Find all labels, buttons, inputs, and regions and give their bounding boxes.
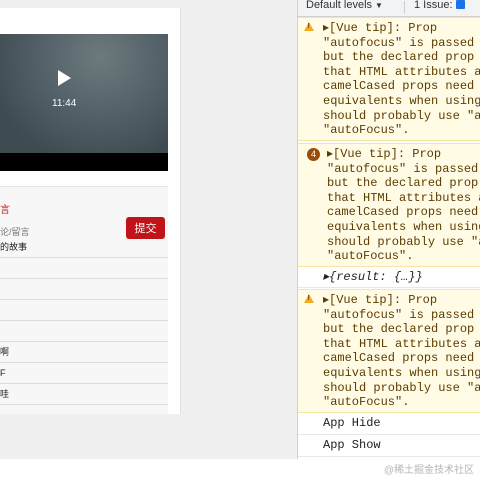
- toolbar-divider: [404, 1, 405, 14]
- issues-button[interactable]: 1 Issue:: [414, 0, 465, 11]
- console-message-text: ▸[Vue tip]: Prop "autofocus" is passed t…: [327, 147, 480, 264]
- console-toolbar: Default levels ▼ 1 Issue:: [298, 0, 480, 17]
- console-message-text: App Show: [323, 438, 381, 452]
- console-message-text: ▸{result: {…}}: [323, 270, 423, 284]
- issue-icon: [455, 0, 465, 9]
- chevron-down-icon: ▼: [375, 1, 383, 10]
- issues-label: 1 Issue:: [414, 0, 453, 11]
- comment-row: [0, 258, 168, 279]
- comment-row: F: [0, 363, 168, 384]
- comment-row: [0, 279, 168, 300]
- comment-row: [0, 300, 168, 321]
- console-log: App Show: [298, 435, 480, 457]
- comment-row: 哇: [0, 384, 168, 405]
- console-warning[interactable]: ▸[Vue tip]: Prop "autofocus" is passed t…: [298, 289, 480, 413]
- submit-button[interactable]: 提交: [126, 217, 165, 239]
- devtools-console: Default levels▼ 1 Issue: ▸[Vue tip]: Pro…: [297, 0, 480, 459]
- comment-panel: 言 论/留言 提交 的故事 啊 F 哇: [0, 186, 168, 414]
- log-levels-label: Default levels: [306, 0, 373, 11]
- console-warning[interactable]: ▸[Vue tip]: Prop "autofocus" is passed t…: [298, 17, 480, 141]
- console-warning[interactable]: 4 ▸[Vue tip]: Prop "autofocus" is passed…: [298, 143, 480, 267]
- comment-row: 的故事: [0, 237, 168, 258]
- comment-section-title: 言: [0, 205, 10, 216]
- video-player[interactable]: 11:44: [0, 34, 168, 171]
- console-message-text: ▸[Vue tip]: Prop "autofocus" is passed t…: [323, 293, 480, 410]
- play-icon[interactable]: [58, 70, 71, 86]
- repeat-count-badge: 4: [307, 148, 320, 161]
- video-frame: [0, 34, 168, 153]
- warning-icon: [304, 294, 314, 303]
- console-message-text: ▸[Vue tip]: Prop "autofocus" is passed t…: [323, 21, 480, 138]
- console-message-text: App Hide: [323, 416, 381, 430]
- log-levels-dropdown[interactable]: Default levels ▼: [306, 0, 383, 11]
- console-log: App Hide: [298, 413, 480, 435]
- video-duration: 11:44: [52, 98, 77, 109]
- video-controls-bar: [0, 153, 168, 171]
- watermark: @稀土掘金技术社区: [383, 465, 474, 476]
- comment-row: [0, 321, 168, 342]
- comment-row: 啊: [0, 342, 168, 363]
- warning-icon: [304, 22, 314, 31]
- app-frame: 11:44 言 论/留言 提交 的故事 啊 F 哇: [0, 8, 181, 414]
- console-log-object[interactable]: ▸{result: {…}}: [298, 267, 480, 288]
